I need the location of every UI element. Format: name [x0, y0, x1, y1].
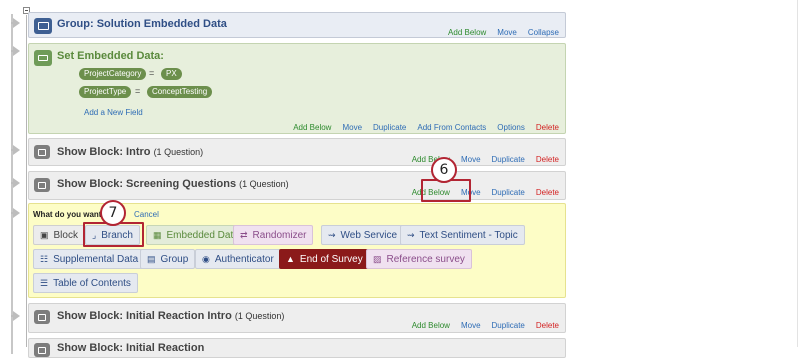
survey-icon: ▨	[373, 253, 382, 264]
move-link[interactable]: Move	[497, 28, 517, 37]
option-label: Block	[53, 229, 78, 241]
block-title: Show Block: Initial Reaction Intro (1 Qu…	[57, 310, 284, 322]
flow-arrow	[11, 46, 20, 56]
duplicate-link[interactable]: Duplicate	[373, 123, 406, 132]
field-value-pill[interactable]: PX	[161, 68, 182, 80]
option-label: Text Sentiment - Topic	[419, 229, 518, 241]
embedded-data-block: Set Embedded Data: ProjectCategory = PX …	[28, 43, 566, 134]
show-block-initial-reaction-intro: Show Block: Initial Reaction Intro (1 Qu…	[28, 303, 566, 333]
show-block-intro: Show Block: Intro (1 Question) Add Below…	[28, 138, 566, 166]
field-name-pill[interactable]: ProjectCategory	[79, 68, 147, 80]
field-value-pill[interactable]: ConceptTesting	[147, 86, 213, 98]
block-title-text: Show Block: Initial Reaction Intro	[57, 310, 232, 322]
group-connector-line	[26, 15, 27, 347]
option-label: End of Survey	[299, 253, 363, 265]
delete-link[interactable]: Delete	[536, 188, 559, 197]
lock-icon: ◉	[202, 253, 210, 264]
field-name-pill[interactable]: ProjectType	[79, 86, 132, 98]
cube-icon	[34, 145, 50, 159]
block-title-text: Show Block: Initial Reaction	[57, 342, 205, 354]
option-label: Web Service	[340, 229, 398, 241]
question-count: (1 Question)	[239, 179, 289, 189]
duplicate-link[interactable]: Duplicate	[492, 188, 525, 197]
add-below-link[interactable]: Add Below	[412, 321, 450, 330]
option-label: Table of Contents	[53, 277, 131, 289]
delete-link[interactable]: Delete	[536, 155, 559, 164]
cube-icon	[34, 310, 50, 324]
option-label: Group	[160, 253, 189, 265]
duplicate-link[interactable]: Duplicate	[492, 321, 525, 330]
end-of-survey-option-button[interactable]: ▲ End of Survey	[279, 249, 370, 269]
supplemental-data-option-button[interactable]: ☷ Supplemental Data	[33, 249, 146, 269]
embedded-data-option-button[interactable]: ▦ Embedded Data	[146, 225, 246, 245]
web-service-option-button[interactable]: ⇝ Web Service	[321, 225, 405, 245]
embedded-data-icon	[34, 50, 52, 66]
block-title-text: Show Block: Intro	[57, 146, 151, 158]
flow-arrow	[11, 178, 20, 188]
text-sentiment-option-button[interactable]: ⇝ Text Sentiment - Topic	[400, 225, 525, 245]
add-below-link[interactable]: Add Below	[293, 123, 331, 132]
show-block-initial-reaction: Show Block: Initial Reaction	[28, 338, 566, 358]
option-label: Randomizer	[252, 229, 307, 241]
group-icon	[34, 18, 52, 34]
option-label: Authenticator	[214, 253, 274, 265]
cube-icon	[34, 178, 50, 192]
add-new-field-link[interactable]: Add a New Field	[84, 108, 143, 117]
option-label: Supplemental Data	[53, 253, 139, 265]
panel-edge	[797, 0, 798, 347]
collapse-link[interactable]: Collapse	[528, 28, 559, 37]
delete-link[interactable]: Delete	[536, 321, 559, 330]
embedded-data-title: Set Embedded Data:	[57, 50, 164, 62]
move-link[interactable]: Move	[461, 321, 481, 330]
duplicate-link[interactable]: Duplicate	[492, 155, 525, 164]
option-label: Embedded Data	[166, 229, 239, 241]
add-from-contacts-link[interactable]: Add From Contacts	[417, 123, 486, 132]
equals-sign: =	[149, 68, 155, 78]
reference-survey-option-button[interactable]: ▨ Reference survey	[366, 249, 472, 269]
group-block: Group: Solution Embedded Data Add Below …	[28, 12, 566, 38]
block-title: Show Block: Intro (1 Question)	[57, 146, 203, 158]
move-link[interactable]: Move	[461, 155, 481, 164]
table-of-contents-option-button[interactable]: ☰ Table of Contents	[33, 273, 138, 293]
flow-arrow	[11, 145, 20, 155]
group-option-button[interactable]: ▤ Group	[140, 249, 196, 269]
block-title: Show Block: Initial Reaction	[57, 342, 204, 354]
flow-arrow	[11, 18, 20, 28]
sentiment-icon: ⇝	[407, 229, 415, 240]
delete-link[interactable]: Delete	[536, 123, 559, 132]
options-link[interactable]: Options	[497, 123, 525, 132]
cancel-link[interactable]: Cancel	[134, 210, 159, 219]
question-count: (1 Question)	[153, 147, 204, 157]
database-icon: ☷	[40, 253, 49, 264]
shuffle-icon: ⇄	[240, 229, 248, 240]
folder-icon: ▤	[147, 253, 156, 264]
embedded-data-icon: ▦	[153, 229, 162, 240]
flow-arrow	[11, 311, 20, 321]
move-link[interactable]: Move	[342, 123, 362, 132]
cube-icon: ▣	[40, 229, 49, 240]
add-below-link[interactable]: Add Below	[448, 28, 486, 37]
cube-icon	[34, 343, 50, 357]
question-count: (1 Question)	[234, 311, 285, 321]
block-option-button[interactable]: ▣ Block	[33, 225, 85, 245]
randomizer-option-button[interactable]: ⇄ Randomizer	[233, 225, 314, 245]
flow-arrow	[11, 208, 20, 218]
option-label: Reference survey	[386, 253, 465, 265]
dialog-prompt: What do you want	[33, 210, 102, 219]
step-7-badge: 7	[100, 200, 126, 226]
warning-icon: ▲	[286, 254, 295, 264]
web-service-icon: ⇝	[328, 229, 336, 240]
list-icon: ☰	[40, 277, 49, 288]
show-block-screening: Show Block: Screening Questions (1 Quest…	[28, 171, 566, 200]
step-6-badge: 6	[431, 157, 457, 183]
group-title: Group: Solution Embedded Data	[57, 18, 227, 30]
block-title-text: Show Block: Screening Questions	[57, 178, 237, 190]
equals-sign: =	[135, 86, 141, 96]
authenticator-option-button[interactable]: ◉ Authenticator	[195, 249, 281, 269]
block-title: Show Block: Screening Questions (1 Quest…	[57, 178, 289, 190]
